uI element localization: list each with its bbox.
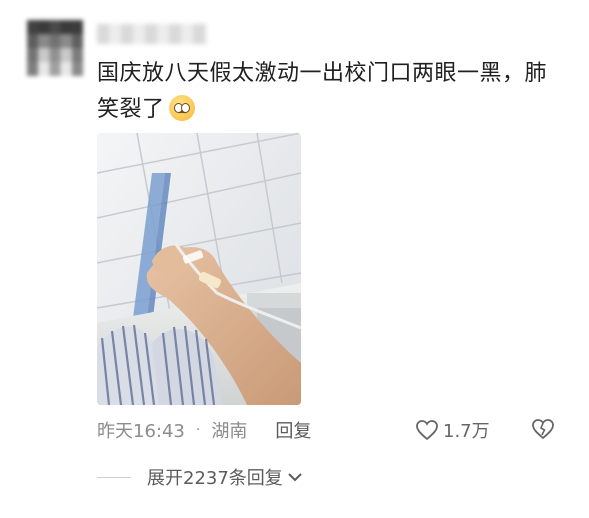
divider-line bbox=[97, 476, 131, 478]
comment-meta: 昨天16:43 · 湖南 回复 1.7万 bbox=[97, 417, 567, 443]
meta-separator: · bbox=[195, 422, 201, 438]
pleading-face-icon bbox=[168, 95, 195, 121]
avatar[interactable] bbox=[27, 20, 83, 76]
broken-heart-icon bbox=[532, 419, 554, 440]
username-redacted[interactable] bbox=[97, 24, 207, 44]
likes-count: 1.7万 bbox=[443, 421, 490, 442]
reply-button[interactable]: 回复 bbox=[275, 417, 311, 443]
like-button[interactable]: 1.7万 bbox=[415, 417, 490, 443]
expand-replies[interactable]: 展开2237条回复 bbox=[97, 463, 303, 491]
comment-text: 国庆放八天假太激动一出校门口两眼一黑，肺笑裂了 bbox=[97, 56, 557, 128]
comment-body: 国庆放八天假太激动一出校门口两眼一黑，肺笑裂了 bbox=[97, 61, 548, 122]
comment-photo[interactable] bbox=[97, 133, 301, 405]
heart-outline-icon bbox=[416, 420, 438, 441]
expand-replies-label: 展开2237条回复 bbox=[147, 468, 283, 489]
comment-time: 昨天16:43 bbox=[97, 421, 185, 442]
dislike-button[interactable] bbox=[531, 418, 555, 445]
chevron-down-icon bbox=[288, 473, 302, 482]
comment-location: 湖南 bbox=[211, 421, 248, 442]
